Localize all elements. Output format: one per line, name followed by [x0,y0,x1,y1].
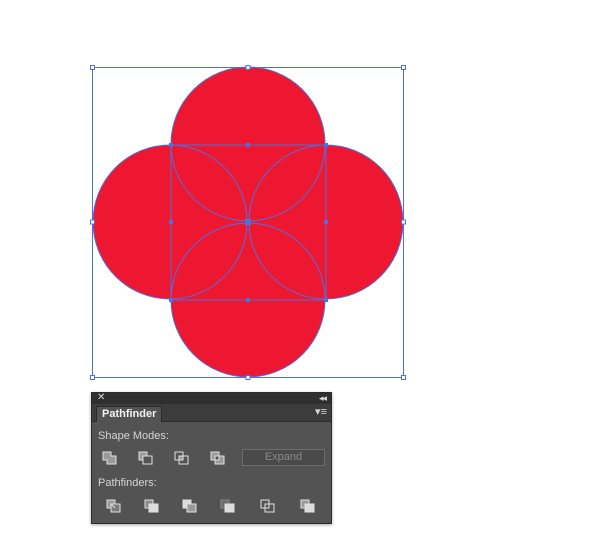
panel-menu-icon[interactable]: ▾≡ [315,405,327,420]
divide-button[interactable] [106,499,122,513]
exclude-button[interactable] [210,451,226,465]
pathfinder-panel: ✕ ◂◂ Pathfinder ▾≡ Shape Modes: Expand P… [91,392,332,524]
center-anchor-point[interactable] [245,219,251,225]
expand-button[interactable]: Expand [242,449,325,466]
anchor-point[interactable] [169,220,173,224]
anchor-point[interactable] [324,220,328,224]
bbox-handle-top-left[interactable] [90,65,95,70]
anchor-point[interactable] [324,143,328,147]
bbox-handle-bottom-left[interactable] [90,375,95,380]
bbox-handle-right[interactable] [401,219,406,225]
minus-front-button[interactable] [138,451,154,465]
anchor-point[interactable] [246,143,250,147]
tab-pathfinder[interactable]: Pathfinder [96,406,163,422]
bbox-handle-left[interactable] [90,219,95,225]
merge-button[interactable] [182,499,198,513]
crop-icon [220,499,235,513]
unite-icon [102,451,117,465]
anchor-point[interactable] [169,298,173,302]
exclude-icon [210,451,225,465]
merge-icon [182,499,197,513]
minus-front-icon [138,451,153,465]
divide-icon [106,499,121,513]
anchor-point[interactable] [324,298,328,302]
crop-button[interactable] [220,499,236,513]
trim-icon [144,499,159,513]
bbox-handle-top[interactable] [245,65,251,70]
bbox-handle-top-right[interactable] [401,65,406,70]
bbox-handle-bottom[interactable] [245,375,251,380]
minus-back-icon [300,499,315,513]
artboard[interactable] [0,0,600,390]
bbox-handle-bottom-right[interactable] [401,375,406,380]
panel-title-bar[interactable]: ✕ ◂◂ [92,391,331,405]
trim-button[interactable] [144,499,160,513]
flower-shape-group[interactable] [92,66,404,378]
pathfinders-label: Pathfinders: [98,477,157,489]
outline-button[interactable] [260,499,276,513]
anchor-point[interactable] [169,143,173,147]
outline-icon [260,499,275,513]
panel-tab-row: Pathfinder ▾≡ [92,404,331,422]
anchor-point[interactable] [246,298,250,302]
collapse-icon[interactable]: ◂◂ [319,391,327,405]
intersect-icon [174,451,189,465]
shape-modes-label: Shape Modes: [98,430,169,442]
unite-button[interactable] [102,451,118,465]
close-icon[interactable]: ✕ [97,391,105,405]
minus-back-button[interactable] [300,499,316,513]
intersect-button[interactable] [174,451,190,465]
